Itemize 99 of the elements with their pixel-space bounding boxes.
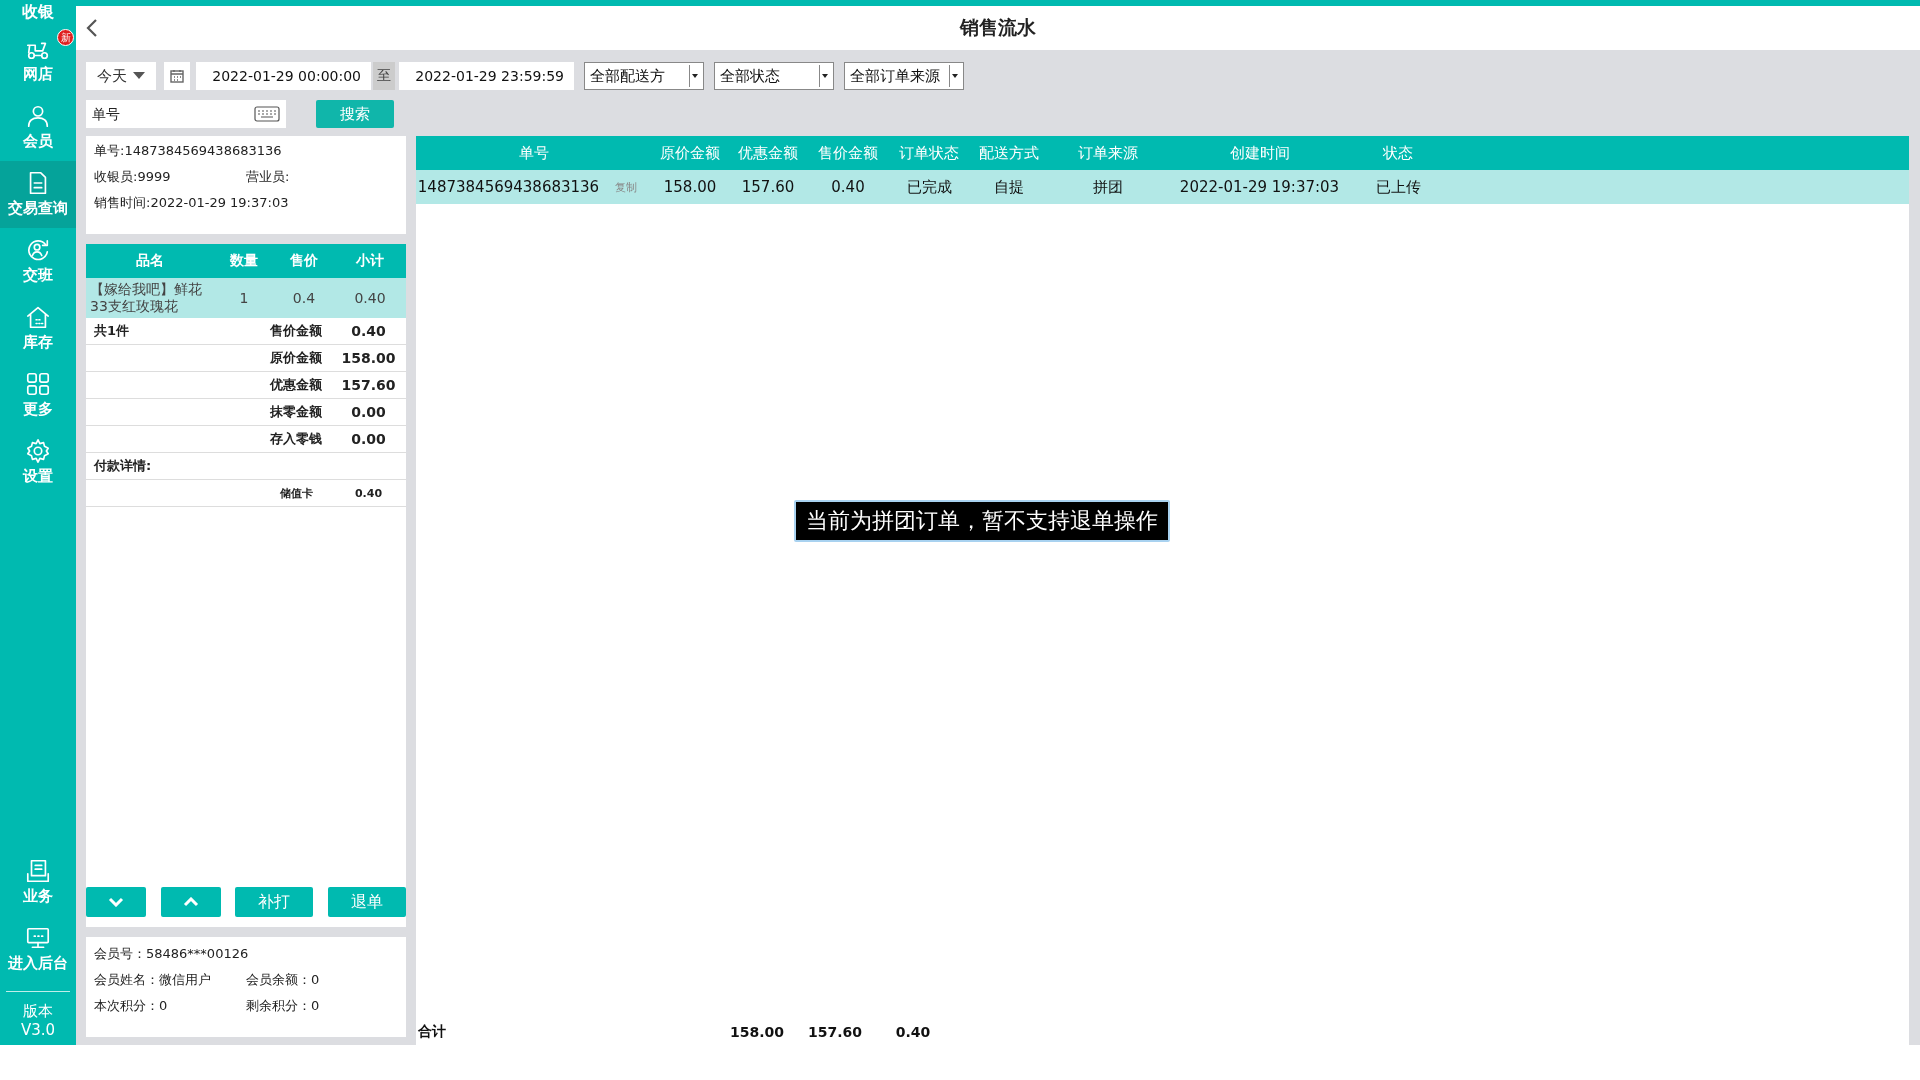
totals-label: 合计 — [417, 1023, 447, 1041]
column-header: 配送方式 — [978, 143, 1040, 163]
cashier-label: 收银员:9999 — [94, 168, 172, 186]
filter-dropdown[interactable]: 全部状态 — [714, 62, 834, 90]
table-cell-text: 157.60 — [740, 178, 796, 196]
table-cell-text: 【嫁给我吧】鲜花33支红玫瑰花 — [89, 281, 203, 315]
monitor-icon — [25, 925, 51, 951]
summary-value: 0.00 — [350, 431, 387, 447]
table-cell-text: 1 — [238, 290, 250, 306]
table-cell-text: 158.00 — [662, 178, 718, 196]
column-header: 售价 — [289, 252, 319, 270]
summary-value: 0.40 — [350, 323, 387, 339]
table-cell-text: 自提 — [993, 177, 1025, 197]
summary-label: 存入零钱 — [269, 430, 323, 448]
sidebar-item[interactable]: 设置 — [0, 429, 76, 496]
column-header: 原价金额 — [659, 143, 721, 163]
sidebar-item[interactable]: 交班 — [0, 228, 76, 295]
search-button[interactable]: 搜索 — [316, 100, 394, 128]
table-cell-text: 2022-01-29 19:37:03 — [1178, 178, 1341, 196]
sidebar-item[interactable]: 库存 — [0, 295, 76, 362]
caret-icon — [133, 72, 145, 80]
person-icon — [25, 103, 51, 129]
column-header: 订单状态 — [898, 143, 960, 163]
summary-value: 158.00 — [340, 350, 397, 366]
order-row[interactable]: 1487384569438683136 复制 158.00 157.60 0.40 已完成 自提 拼团 2022-01-29 19:37:03 已上传 — [416, 170, 1909, 204]
filter-dropdown[interactable]: 全部配送方 — [584, 62, 704, 90]
total-value: 158.00 — [729, 1024, 785, 1040]
summary-label: 售价金额 — [269, 322, 323, 340]
version-label: 版本 V3.0 — [6, 991, 70, 1045]
column-header: 状态 — [1382, 143, 1414, 163]
member-detail: 会员姓名：微信用户 — [94, 971, 212, 989]
summary-label: 原价金额 — [269, 349, 323, 367]
table-cell-text: 0.40 — [830, 178, 866, 196]
column-header: 优惠金额 — [737, 143, 799, 163]
item-count: 共1件 — [94, 322, 130, 340]
period-dropdown[interactable]: 今天 — [86, 62, 156, 90]
sidebar-item[interactable]: 网店 新 — [0, 27, 76, 94]
page-title: 销售流水 — [960, 15, 1036, 40]
filter-dropdown[interactable]: 全部订单来源 — [844, 62, 964, 90]
sidebar-item[interactable]: 更多 — [0, 362, 76, 429]
new-badge: 新 — [57, 29, 74, 46]
caret-icon — [822, 74, 828, 78]
tray-icon — [25, 858, 51, 884]
order-number: 单号:1487384569438683136 — [94, 142, 283, 160]
item-row[interactable]: 【嫁给我吧】鲜花33支红玫瑰花 1 0.4 0.40 — [86, 278, 406, 318]
table-cell-text: 已完成 — [905, 177, 953, 197]
total-value: 0.40 — [894, 1024, 932, 1040]
member-number: 会员号：58486***00126 — [94, 945, 250, 963]
table-cell-text: 拼团 — [1092, 177, 1124, 197]
column-header: 小计 — [355, 252, 385, 270]
column-header: 订单来源 — [1077, 143, 1139, 163]
summary-label: 优惠金额 — [268, 376, 323, 394]
range-separator: 至 — [373, 62, 395, 90]
back-icon[interactable] — [86, 18, 98, 38]
table-cell-text: 0.4 — [291, 290, 317, 306]
table-cell-text: 已上传 — [1374, 177, 1422, 197]
table-cell-text: 0.40 — [353, 290, 387, 306]
copy-link[interactable]: 复制 — [601, 179, 651, 195]
refund-button[interactable]: 退单 — [327, 887, 406, 917]
calendar-button[interactable] — [164, 62, 190, 90]
sale-time: 销售时间:2022-01-29 19:37:03 — [94, 194, 290, 212]
sidebar-item[interactable]: 业务 — [0, 849, 76, 916]
settings-icon — [25, 438, 51, 464]
summary-value: 0.00 — [350, 404, 387, 420]
scroll-up-button[interactable] — [160, 887, 221, 917]
reprint-button[interactable]: 补打 — [235, 887, 314, 917]
payment-title: 付款详情: — [94, 457, 152, 475]
cashier-tab[interactable]: 收银 — [0, 0, 76, 27]
column-header: 单号 — [517, 143, 550, 163]
salesperson-label: 营业员: — [246, 168, 291, 186]
caret-icon — [692, 74, 698, 78]
column-header: 数量 — [229, 252, 259, 270]
table-cell: 1487384569438683136 — [416, 178, 601, 196]
order-number-field[interactable]: 单号 — [86, 100, 286, 128]
payment-value: 0.40 — [353, 486, 384, 500]
chevron-up-icon — [182, 897, 199, 907]
member-detail: 会员余额：0 — [246, 971, 321, 989]
column-header: 创建时间 — [1228, 143, 1291, 163]
start-date-field[interactable]: 2022-01-29 00:00:00 — [196, 62, 371, 90]
payment-method: 储值卡 — [278, 485, 314, 501]
column-header: 售价金额 — [817, 143, 879, 163]
summary-label: 抹零金额 — [269, 403, 323, 421]
calendar-icon — [170, 69, 184, 83]
total-value: 157.60 — [807, 1024, 863, 1040]
member-detail: 本次积分：0 — [94, 997, 169, 1015]
member-detail: 剩余积分：0 — [246, 997, 321, 1015]
sidebar-item[interactable]: 进入后台 — [0, 916, 76, 983]
end-date-field[interactable]: 2022-01-29 23:59:59 — [399, 62, 574, 90]
column-header: 品名 — [135, 252, 165, 270]
keyboard-icon[interactable] — [254, 106, 280, 122]
person-cycle-icon — [25, 237, 51, 263]
sidebar-item[interactable]: 会员 — [0, 94, 76, 161]
chevron-down-icon — [108, 897, 124, 907]
summary-value: 157.60 — [340, 377, 397, 393]
sidebar-item[interactable]: 交易查询 — [0, 161, 76, 228]
house-icon — [25, 304, 51, 330]
caret-icon — [952, 74, 958, 78]
grid-icon — [25, 371, 51, 397]
toast-message: 当前为拼团订单，暂不支持退单操作 — [794, 500, 1170, 542]
